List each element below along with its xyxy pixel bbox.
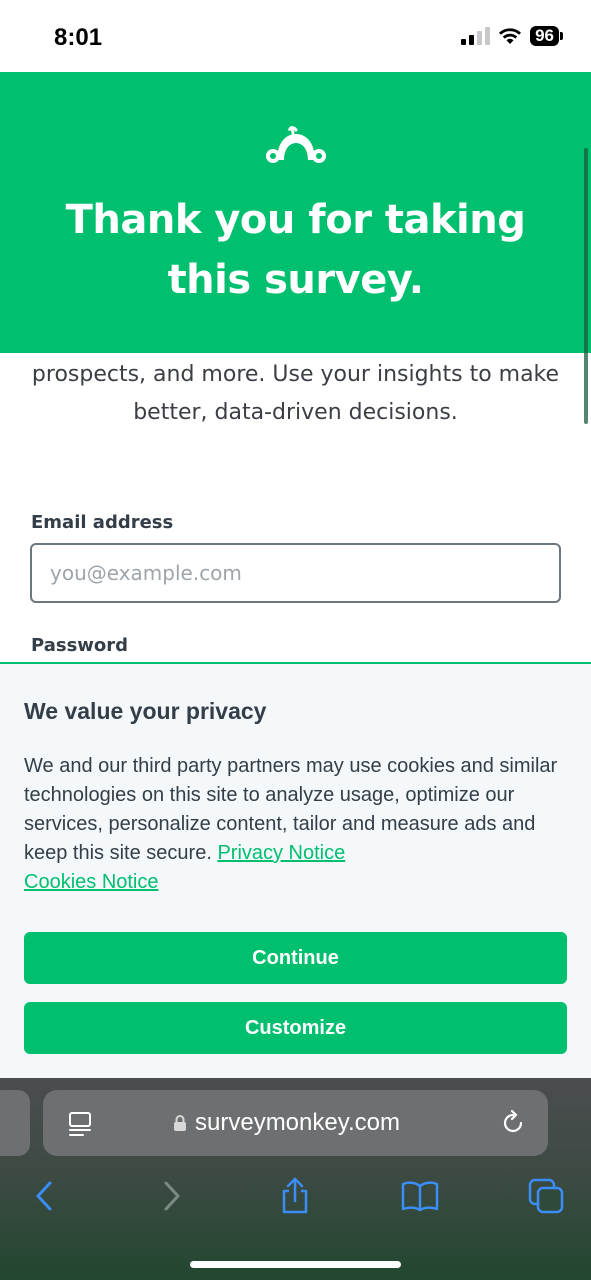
privacy-text: We and our third party partners may use … — [24, 752, 564, 897]
tabs-button[interactable] — [524, 1174, 568, 1218]
privacy-title: We value your privacy — [24, 698, 267, 724]
forward-icon — [164, 1181, 180, 1211]
wifi-icon — [499, 28, 522, 44]
home-indicator[interactable] — [190, 1261, 401, 1268]
intro-text: prospects, and more. Use your insights t… — [31, 362, 560, 425]
back-button[interactable] — [22, 1174, 66, 1218]
share-icon — [282, 1177, 308, 1214]
battery-level: 96 — [530, 26, 559, 46]
signal-icon — [461, 27, 491, 45]
tabs-icon — [528, 1178, 564, 1214]
previous-tab[interactable] — [0, 1090, 30, 1156]
scroll-indicator — [584, 148, 588, 424]
page-menu-icon[interactable] — [67, 1112, 93, 1136]
status-icons: 96 — [461, 26, 563, 46]
back-icon — [36, 1181, 52, 1211]
surveymonkey-logo-icon — [266, 126, 326, 163]
bookmarks-button[interactable] — [398, 1174, 442, 1218]
cookies-notice-link[interactable]: Cookies Notice — [24, 871, 159, 893]
browser-toolbar — [0, 1174, 591, 1218]
page-title: Thank you for taking this survey. — [65, 197, 526, 303]
email-label: Email address — [31, 512, 174, 533]
continue-button[interactable]: Continue — [24, 932, 567, 984]
url-text: surveymonkey.com — [195, 1109, 400, 1136]
browser-chrome: surveymonkey.com — [0, 1078, 591, 1280]
url-display[interactable]: surveymonkey.com — [173, 1109, 400, 1137]
address-bar[interactable]: surveymonkey.com — [43, 1090, 548, 1156]
privacy-banner: We value your privacy We and our third p… — [0, 662, 591, 1078]
reload-icon[interactable] — [500, 1110, 526, 1136]
bookmarks-icon — [401, 1181, 439, 1212]
customize-button[interactable]: Customize — [24, 1002, 567, 1054]
forward-button[interactable] — [150, 1174, 194, 1218]
share-button[interactable] — [273, 1174, 317, 1218]
lock-icon — [174, 1115, 186, 1131]
status-time: 8:01 — [54, 24, 103, 51]
email-field[interactable] — [30, 543, 561, 603]
password-label: Password — [31, 635, 129, 656]
privacy-notice-link[interactable]: Privacy Notice — [217, 842, 345, 864]
thank-you-header: Thank you for taking this survey. — [0, 72, 591, 424]
status-bar: 8:01 96 — [0, 0, 591, 72]
battery-icon: 96 — [530, 26, 563, 46]
